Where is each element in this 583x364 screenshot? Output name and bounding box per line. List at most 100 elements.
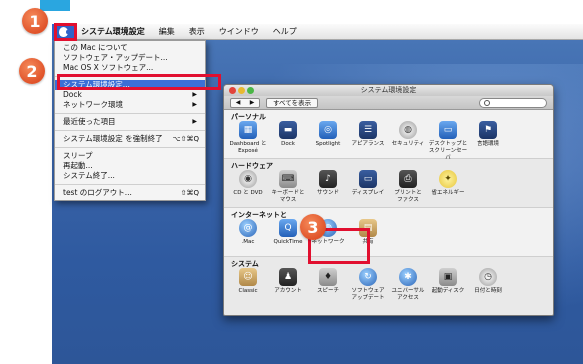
pref-sound[interactable]: ♪ サウンド (308, 170, 348, 204)
section-hardware: ハードウェア ◉ CD と DVD ⌨ キーボードと マウス ♪ サウンド ▭ ディスプ… (224, 159, 553, 208)
pref-display[interactable]: ▭ ディスプレイ (348, 170, 388, 204)
menu-app-name[interactable]: システム環境設定 (74, 26, 152, 37)
accounts-icon: ♟ (279, 268, 297, 286)
menu-item-shutdown[interactable]: システム終了... (55, 171, 205, 181)
pref-appearance[interactable]: ☰ アピアランス (348, 121, 388, 162)
back-forward-buttons[interactable]: ◀ ▶ (230, 98, 260, 108)
appearance-icon: ☰ (359, 121, 377, 139)
pref-software-update[interactable]: ↻ ソフトウェア アップデート (348, 268, 388, 302)
menu-item-mac-os-x-software[interactable]: Mac OS X ソフトウェア... (55, 63, 205, 73)
menu-separator (55, 130, 205, 131)
security-icon: ◍ (399, 121, 417, 139)
search-field[interactable] (479, 98, 547, 108)
pref-date-time[interactable]: ◷ 日付と時刻 (468, 268, 508, 302)
menu-item-location[interactable]: ネットワーク環境 ▶ (55, 100, 205, 110)
pref-label: 省エネルギー (431, 190, 465, 196)
international-icon: ⚑ (479, 121, 497, 139)
pref-desktop-screensaver[interactable]: ▭ デスクトップと スクリーンセーバ (428, 121, 468, 162)
forward-arrow-icon[interactable]: ▶ (250, 99, 255, 107)
menu-item-force-quit[interactable]: システム環境設定 を強制終了 ⌥⇧⌘Q (55, 134, 205, 144)
pref-label: Spotlight (315, 141, 341, 147)
menu-item-force-quit-label: システム環境設定 を強制終了 (63, 134, 163, 143)
submenu-arrow-icon: ▶ (192, 118, 197, 125)
pref-energy-saver[interactable]: ✦ 省エネルギー (428, 170, 468, 204)
dock-icon: ▬ (279, 121, 297, 139)
speech-icon: ♦ (319, 268, 337, 286)
sound-icon: ♪ (319, 170, 337, 188)
pref-dock[interactable]: ▬ Dock (268, 121, 308, 162)
pref-print-fax[interactable]: ⎙ プリントと ファクス (388, 170, 428, 204)
menu-separator (55, 184, 205, 185)
submenu-arrow-icon: ▶ (192, 91, 197, 98)
menu-window[interactable]: ウインドウ (212, 26, 266, 37)
section-personal: パーソナル ▦ Dashboard と Exposé ▬ Dock ◎ Spotlig… (224, 110, 553, 162)
menu-help[interactable]: ヘルプ (266, 26, 304, 37)
menu-item-about-mac[interactable]: この Mac について (55, 43, 205, 53)
menu-bar: システム環境設定 編集 表示 ウインドウ ヘルプ (52, 23, 583, 40)
pref-label: ユニバーサル アクセス (391, 288, 425, 301)
minimize-button[interactable] (238, 87, 245, 94)
window-title: システム環境設定 (360, 86, 417, 94)
pref-dotmac[interactable]: @ .Mac (228, 219, 268, 246)
pref-label: QuickTime (273, 239, 303, 245)
menu-edit[interactable]: 編集 (152, 26, 182, 37)
keyboard-mouse-icon: ⌨ (279, 170, 297, 188)
show-all-button[interactable]: すべてを表示 (266, 98, 319, 108)
menu-item-logout[interactable]: test のログアウト... ⇧⌘Q (55, 188, 205, 198)
pref-classic[interactable]: ☺ Classic (228, 268, 268, 302)
cd-icon: ◉ (239, 170, 257, 188)
pref-label: Dashboard と Exposé (229, 141, 267, 154)
pref-label: プリントと ファクス (394, 190, 422, 203)
quicktime-icon: Q (279, 219, 297, 237)
pref-spotlight[interactable]: ◎ Spotlight (308, 121, 348, 162)
pref-label: 言語環境 (476, 141, 499, 147)
date-time-icon: ◷ (479, 268, 497, 286)
menu-separator (55, 147, 205, 148)
close-button[interactable] (229, 87, 236, 94)
step-badge-1: 1 (22, 8, 48, 34)
pref-label: 起動ディスク (431, 288, 465, 294)
menu-item-location-label: ネットワーク環境 (63, 100, 123, 109)
mac-icon: @ (239, 219, 257, 237)
pref-label: 日付と時刻 (474, 288, 502, 294)
pref-security[interactable]: ◍ セキュリティ (388, 121, 428, 162)
menu-item-restart[interactable]: 再起動... (55, 161, 205, 171)
zoom-button[interactable] (247, 87, 254, 94)
pref-startup-disk[interactable]: ▣ 起動ディスク (428, 268, 468, 302)
menu-separator (55, 113, 205, 114)
pref-cd-dvd[interactable]: ◉ CD と DVD (228, 170, 268, 204)
pref-label: キーボードと マウス (271, 190, 305, 203)
search-icon (484, 100, 490, 106)
apple-dropdown-menu: この Mac について ソフトウェア・アップデート... Mac OS X ソフ… (54, 40, 206, 201)
pref-label: .Mac (241, 239, 255, 245)
menu-item-recent-items[interactable]: 最近使った項目 ▶ (55, 117, 205, 127)
dashboard-icon: ▦ (239, 121, 257, 139)
pref-universal-access[interactable]: ✱ ユニバーサル アクセス (388, 268, 428, 302)
energy-saver-icon: ✦ (439, 170, 457, 188)
pref-dashboard-expose[interactable]: ▦ Dashboard と Exposé (228, 121, 268, 162)
pref-accounts[interactable]: ♟ アカウント (268, 268, 308, 302)
pref-label: セキュリティ (391, 141, 425, 147)
pref-label: アカウント (274, 288, 302, 294)
menu-item-logout-label: test のログアウト... (63, 188, 132, 197)
menu-item-dock-label: Dock (63, 90, 82, 99)
pref-label: スピーチ (316, 288, 339, 294)
pref-speech[interactable]: ♦ スピーチ (308, 268, 348, 302)
logout-shortcut: ⇧⌘Q (180, 189, 199, 197)
pref-international[interactable]: ⚑ 言語環境 (468, 121, 508, 162)
startup-disk-icon: ▣ (439, 268, 457, 286)
submenu-arrow-icon: ▶ (192, 101, 197, 108)
highlight-apple-menu (54, 23, 77, 41)
pref-label: Classic (238, 288, 258, 294)
print-icon: ⎙ (399, 170, 417, 188)
display-icon: ▭ (359, 170, 377, 188)
menu-item-dock[interactable]: Dock ▶ (55, 90, 205, 100)
menu-view[interactable]: 表示 (182, 26, 212, 37)
pref-label: Dock (281, 141, 295, 147)
section-system: システム ☺ Classic ♟ アカウント ♦ スピーチ ↻ ソフトウェア アップデー… (224, 257, 553, 306)
back-arrow-icon[interactable]: ◀ (236, 99, 241, 107)
menu-item-sleep[interactable]: スリープ (55, 151, 205, 161)
pref-keyboard-mouse[interactable]: ⌨ キーボードと マウス (268, 170, 308, 204)
step-badge-3: 3 (300, 214, 326, 240)
menu-item-software-update[interactable]: ソフトウェア・アップデート... (55, 53, 205, 63)
